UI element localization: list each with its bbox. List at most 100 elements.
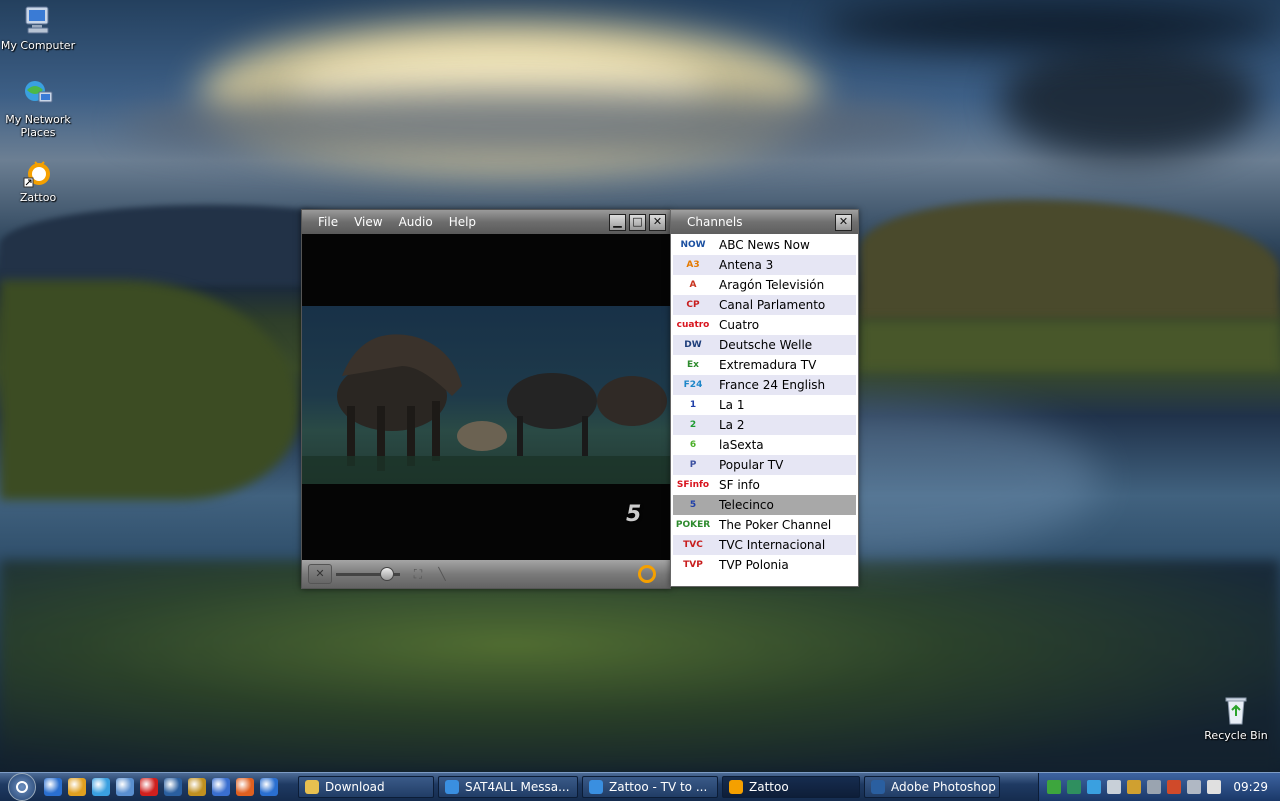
channel-item[interactable]: Ex Extremadura TV [673, 355, 856, 375]
security-tray-icon[interactable] [1067, 780, 1082, 794]
channel-item[interactable]: SFinfo SF info [673, 475, 856, 495]
app-tray-icon[interactable] [1207, 780, 1222, 794]
channel-name: SF info [719, 478, 760, 492]
channel-name: Deutsche Welle [719, 338, 813, 352]
channel-item[interactable]: DW Deutsche Welle [673, 335, 856, 355]
taskbar-task-label: SAT4ALL Messa... [465, 780, 570, 794]
opera-icon[interactable] [140, 778, 158, 796]
channel-item[interactable]: A3 Antena 3 [673, 255, 856, 275]
channel-name: Extremadura TV [719, 358, 817, 372]
channel-name: ABC News Now [719, 238, 810, 252]
desktop-icon-label: Recycle Bin [1204, 729, 1268, 742]
volume-slider[interactable] [336, 565, 400, 583]
taskbar-task-label: Download [325, 780, 385, 794]
taskbar-task-button[interactable]: Adobe Photoshop [864, 776, 1000, 798]
channel-logo-icon: TVP [683, 560, 703, 570]
close-button[interactable]: ✕ [649, 213, 666, 231]
ie-icon[interactable] [44, 778, 62, 796]
network-tray-icon[interactable] [1047, 780, 1062, 794]
channel-item[interactable]: F24 France 24 English [673, 375, 856, 395]
desktop-icon-zattoo[interactable]: Zattoo [0, 156, 76, 204]
video-area[interactable]: 5 [302, 234, 670, 560]
fullscreen-icon[interactable]: ⛶ [408, 565, 428, 583]
update-tray-icon[interactable] [1167, 780, 1182, 794]
firefox-icon[interactable] [236, 778, 254, 796]
channel-name: La 1 [719, 398, 745, 412]
mute-icon[interactable]: ✕ [308, 564, 332, 584]
channel-logo-icon: P [689, 460, 697, 470]
channel-item[interactable]: CP Canal Parlamento [673, 295, 856, 315]
channel-logo-icon: TVC [683, 540, 703, 550]
minimize-button[interactable]: ▁ [609, 213, 626, 231]
media-player-icon[interactable] [212, 778, 230, 796]
channel-name: TVP Polonia [719, 558, 789, 572]
channel-item[interactable]: NOW ABC News Now [673, 235, 856, 255]
channel-logo-icon: A3 [686, 260, 700, 270]
zattoo-player-window[interactable]: File View Audio Help ▁ □ ✕ 5 ✕ ⛶ ╲ [301, 209, 671, 589]
channel-item[interactable]: A Aragón Televisión [673, 275, 856, 295]
menu-help[interactable]: Help [441, 215, 484, 229]
channel-watermark: 5 [626, 502, 642, 527]
desktop-icon-my-computer[interactable]: My Computer [0, 4, 76, 52]
desktop-icon-my-network-places[interactable]: My Network Places [0, 78, 76, 139]
menu-view[interactable]: View [346, 215, 390, 229]
channel-name: The Poker Channel [719, 518, 832, 532]
maximize-button[interactable]: □ [629, 213, 646, 231]
channel-name: Telecinco [719, 498, 774, 512]
channel-logo-icon: POKER [675, 520, 711, 530]
tool-tray-icon[interactable] [1187, 780, 1202, 794]
explorer-icon[interactable] [116, 778, 134, 796]
channel-item[interactable]: 6 laSexta [673, 435, 856, 455]
recycle-bin-icon [1220, 694, 1252, 726]
zattoo-icon [729, 780, 743, 794]
ie-icon-2[interactable] [260, 778, 278, 796]
start-button[interactable] [8, 773, 36, 801]
menu-file[interactable]: File [310, 215, 346, 229]
computer-icon [22, 4, 54, 36]
messenger-tray-icon[interactable] [1087, 780, 1102, 794]
channel-name: Canal Parlamento [719, 298, 826, 312]
arrow-icon[interactable] [164, 778, 182, 796]
taskbar-task-button[interactable]: Zattoo - TV to ... [582, 776, 718, 798]
channel-name: La 2 [719, 418, 745, 432]
channel-list: NOW ABC News Now A3 Antena 3 A Aragón Televis… [673, 235, 856, 575]
channel-item[interactable]: cuatro Cuatro [673, 315, 856, 335]
channels-titlebar[interactable]: Channels ✕ [671, 210, 858, 234]
channels-close-button[interactable]: ✕ [835, 213, 852, 231]
quick-launch-bar [44, 778, 284, 796]
channel-logo-icon: F24 [683, 380, 703, 390]
desktop-icon-label: My Network Places [5, 113, 71, 139]
channel-item[interactable]: TVP TVP Polonia [673, 555, 856, 575]
phone-tray-icon[interactable] [1127, 780, 1142, 794]
channel-item[interactable]: 2 La 2 [673, 415, 856, 435]
channel-item[interactable]: 1 La 1 [673, 395, 856, 415]
winrar-icon[interactable] [188, 778, 206, 796]
channel-logo-icon: A [689, 280, 697, 290]
display-tray-icon[interactable] [1147, 780, 1162, 794]
taskbar: Download SAT4ALL Messa... Zattoo - TV to .… [0, 772, 1280, 801]
channel-item[interactable]: TVC TVC Internacional [673, 535, 856, 555]
taskbar-task-button[interactable]: SAT4ALL Messa... [438, 776, 578, 798]
system-tray: 09:29 [1038, 773, 1280, 801]
taskbar-task-label: Zattoo [749, 780, 789, 794]
menu-audio[interactable]: Audio [391, 215, 441, 229]
clock[interactable]: 09:29 [1233, 780, 1268, 794]
search-icon[interactable] [92, 778, 110, 796]
channel-logo-icon: 1 [689, 400, 697, 410]
outlook-icon[interactable] [68, 778, 86, 796]
channel-item[interactable]: 5 Telecinco [673, 495, 856, 515]
channel-logo-icon: SFinfo [676, 480, 710, 490]
volume-knob[interactable] [380, 567, 395, 581]
volume-tray-icon[interactable] [1107, 780, 1122, 794]
channel-item[interactable]: POKER The Poker Channel [673, 515, 856, 535]
desktop-icon-label: My Computer [0, 39, 76, 52]
player-titlebar[interactable]: File View Audio Help ▁ □ ✕ [302, 210, 670, 234]
channel-item[interactable]: P Popular TV [673, 455, 856, 475]
desktop-icon-recycle-bin[interactable]: Recycle Bin [1198, 694, 1274, 742]
taskbar-task-button[interactable]: Zattoo [722, 776, 860, 798]
taskbar-task-button[interactable]: Download [298, 776, 434, 798]
player-controls: ✕ ⛶ ╲ [302, 560, 670, 588]
channels-window[interactable]: Channels ✕ NOW ABC News Now A3 Antena 3 A Ara… [670, 209, 859, 587]
settings-icon[interactable]: ╲ [432, 565, 452, 583]
zattoo-logo-icon[interactable] [638, 565, 656, 583]
